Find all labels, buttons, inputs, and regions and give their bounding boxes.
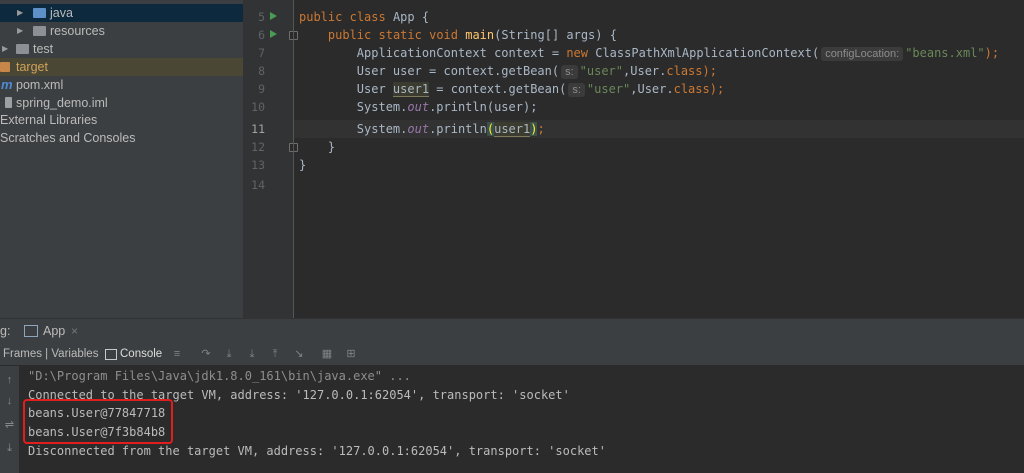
line-number: 12 bbox=[251, 140, 265, 154]
folder-excluded-icon bbox=[0, 62, 10, 72]
matched-bracket: ( bbox=[486, 122, 495, 136]
threads-icon[interactable]: ⊞ bbox=[345, 348, 357, 360]
tree-item-pom[interactable]: m pom.xml bbox=[0, 76, 243, 94]
tab-app-label: App bbox=[43, 324, 66, 338]
folder-resources-icon bbox=[33, 26, 46, 36]
evaluate-icon[interactable]: ▦ bbox=[321, 348, 333, 360]
run-main-icon[interactable] bbox=[270, 30, 277, 38]
tree-item-label: java bbox=[50, 6, 73, 20]
tree-item-label: target bbox=[16, 60, 48, 74]
code-line-5: public class App { bbox=[299, 10, 430, 24]
run-to-cursor-icon[interactable]: ↘ bbox=[293, 348, 305, 360]
menu-icon[interactable]: ≡ bbox=[171, 348, 183, 360]
line-number: 13 bbox=[251, 158, 265, 172]
code-line-11: System.out.println(user1); bbox=[356, 122, 545, 137]
frames-variables-tab[interactable]: Frames | Variables bbox=[3, 343, 98, 365]
tree-item-label: Scratches and Consoles bbox=[0, 131, 136, 145]
close-icon[interactable]: × bbox=[71, 319, 78, 343]
expand-arrow-icon[interactable]: ▶ bbox=[17, 4, 27, 22]
editor-gutter[interactable]: 5 6 7 8 9 10 11 12 13 14 bbox=[243, 0, 298, 318]
maven-icon: m bbox=[1, 77, 13, 92]
tree-item-java[interactable]: ▶ java bbox=[0, 4, 243, 22]
console-line: "D:\Program Files\Java\jdk1.8.0_161\bin\… bbox=[28, 369, 411, 383]
step-into-icon[interactable]: ⤓ bbox=[223, 348, 235, 360]
tree-item-resources[interactable]: ▶ resources bbox=[0, 22, 243, 40]
gutter-divider bbox=[293, 0, 294, 318]
file-icon bbox=[5, 97, 12, 108]
tree-item-iml[interactable]: spring_demo.iml bbox=[0, 94, 243, 112]
console-side-toolbar: ↑ ↓ ⇌ ⤓ bbox=[0, 366, 19, 473]
line-number: 6 bbox=[258, 28, 265, 42]
tree-item-label: test bbox=[33, 42, 54, 56]
app-config-icon bbox=[24, 325, 38, 337]
scroll-to-end-icon[interactable]: ⤓ bbox=[3, 442, 16, 455]
parameter-hint: s: bbox=[568, 83, 585, 97]
parameter-hint: configLocation: bbox=[821, 47, 904, 61]
code-line-6: public static void main(String[] args) { bbox=[327, 28, 617, 42]
force-step-into-icon[interactable]: ⤓ bbox=[246, 348, 258, 360]
run-class-icon[interactable] bbox=[270, 12, 277, 20]
console-tab-label: Console bbox=[120, 348, 163, 360]
expand-arrow-icon[interactable]: ▶ bbox=[2, 40, 12, 58]
console-line: Disconnected from the target VM, address… bbox=[28, 444, 606, 458]
code-line-8: User user = context.getBean(s: "user",Use… bbox=[356, 64, 717, 79]
line-number: 8 bbox=[258, 64, 265, 78]
line-number-current: 11 bbox=[251, 122, 265, 136]
project-tree: ▶ java ▶ resources ▶ test target m pom.x… bbox=[0, 0, 243, 318]
tree-item-label: pom.xml bbox=[16, 78, 64, 92]
line-number: 7 bbox=[258, 46, 265, 60]
debug-subtabs: Frames | Variables Console ≡ ↷ ⤓ ⤓ ⤒ ↘ ▦… bbox=[0, 343, 1024, 366]
code-line-12: } bbox=[327, 140, 336, 154]
tree-item-target[interactable]: target bbox=[0, 58, 243, 76]
up-arrow-icon[interactable]: ↑ bbox=[3, 374, 16, 387]
code-line-9: User user1 = context.getBean(s: "user",Us… bbox=[356, 82, 725, 97]
code-line-13: } bbox=[299, 158, 307, 172]
line-number: 9 bbox=[258, 82, 265, 96]
console-icon bbox=[105, 349, 117, 360]
tree-item-label: resources bbox=[50, 24, 105, 38]
expand-arrow-icon[interactable]: ▶ bbox=[17, 22, 27, 40]
folder-source-icon bbox=[33, 8, 46, 18]
step-over-icon[interactable]: ↷ bbox=[200, 348, 212, 360]
tree-item-scratches[interactable]: Scratches and Consoles bbox=[0, 129, 243, 147]
step-out-icon[interactable]: ⤒ bbox=[269, 348, 281, 360]
tree-item-label: External Libraries bbox=[0, 113, 98, 127]
tab-console[interactable]: Console bbox=[104, 343, 162, 365]
code-line-10: System.out.println(user); bbox=[356, 100, 538, 114]
folder-icon bbox=[16, 44, 29, 54]
line-number: 10 bbox=[251, 100, 265, 114]
line-number: 14 bbox=[251, 178, 265, 192]
soft-wrap-icon[interactable]: ⇌ bbox=[3, 419, 16, 432]
tree-item-test[interactable]: ▶ test bbox=[0, 40, 243, 58]
tree-item-label: spring_demo.iml bbox=[16, 96, 108, 110]
down-arrow-icon[interactable]: ↓ bbox=[3, 395, 16, 408]
run-window-header: g: App × bbox=[0, 318, 1024, 343]
line-number: 5 bbox=[258, 10, 265, 24]
parameter-hint: s: bbox=[561, 65, 578, 79]
tree-item-external-libraries[interactable]: External Libraries bbox=[0, 111, 243, 129]
code-editor[interactable]: 5 6 7 8 9 10 11 12 13 14 public class Ap… bbox=[243, 0, 1024, 318]
run-window-label: g: bbox=[0, 324, 11, 338]
highlight-annotation-box bbox=[23, 399, 173, 444]
code-line-7: ApplicationContext context = new ClassPa… bbox=[356, 46, 1000, 61]
